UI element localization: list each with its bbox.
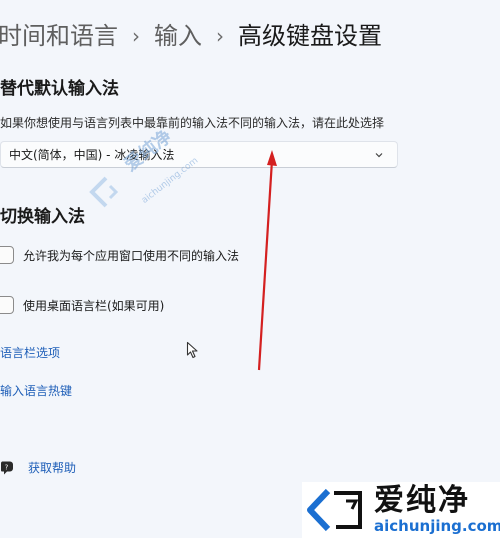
desktop-language-bar-checkbox[interactable] [0, 296, 14, 314]
breadcrumb-separator-icon: › [132, 24, 140, 48]
brand-logo-icon [307, 488, 362, 532]
breadcrumb-item-time-language[interactable]: 时间和语言 [0, 18, 118, 54]
page-title: 高级键盘设置 [238, 22, 382, 50]
center-watermark: 爱纯净 aichunjing.com [88, 126, 228, 230]
switch-section-title: 切换输入法 [0, 207, 85, 227]
override-section-title: 替代默认输入法 [0, 79, 119, 99]
brand-url: aichunjing.com [374, 517, 500, 535]
help-icon: ? [0, 461, 13, 474]
chevron-down-icon [375, 153, 383, 158]
get-help-link[interactable]: ? 获取帮助 [0, 459, 76, 476]
language-bar-options-link[interactable]: 语言栏选项 [0, 344, 60, 361]
breadcrumb-separator-icon: › [216, 24, 224, 48]
breadcrumb: 时间和语言 › 输入 › 高级键盘设置 [0, 18, 382, 54]
svg-text:?: ? [5, 463, 9, 471]
checkbox-label: 使用桌面语言栏(如果可用) [23, 298, 165, 313]
breadcrumb-item-input[interactable]: 输入 [154, 18, 202, 54]
mouse-cursor-icon [186, 341, 198, 359]
brand-name: 爱纯净 [374, 483, 470, 518]
desktop-language-bar-option: 使用桌面语言栏(如果可用) [0, 295, 164, 315]
checkbox-label: 允许我为每个应用窗口使用不同的输入法 [23, 248, 240, 263]
input-language-hotkeys-link[interactable]: 输入语言热键 [0, 382, 72, 399]
watermark-logo-icon [89, 176, 119, 208]
override-section-description: 如果你想使用与语言列表中最靠前的输入法不同的输入法，请在此处选择 [0, 116, 385, 130]
annotation-arrow-icon [257, 150, 277, 371]
per-app-input-method-checkbox[interactable] [0, 246, 14, 264]
brand-watermark: 爱纯净 aichunjing.com [302, 482, 500, 538]
per-app-input-method-option: 允许我为每个应用窗口使用不同的输入法 [0, 245, 239, 265]
get-help-label: 获取帮助 [28, 461, 77, 475]
